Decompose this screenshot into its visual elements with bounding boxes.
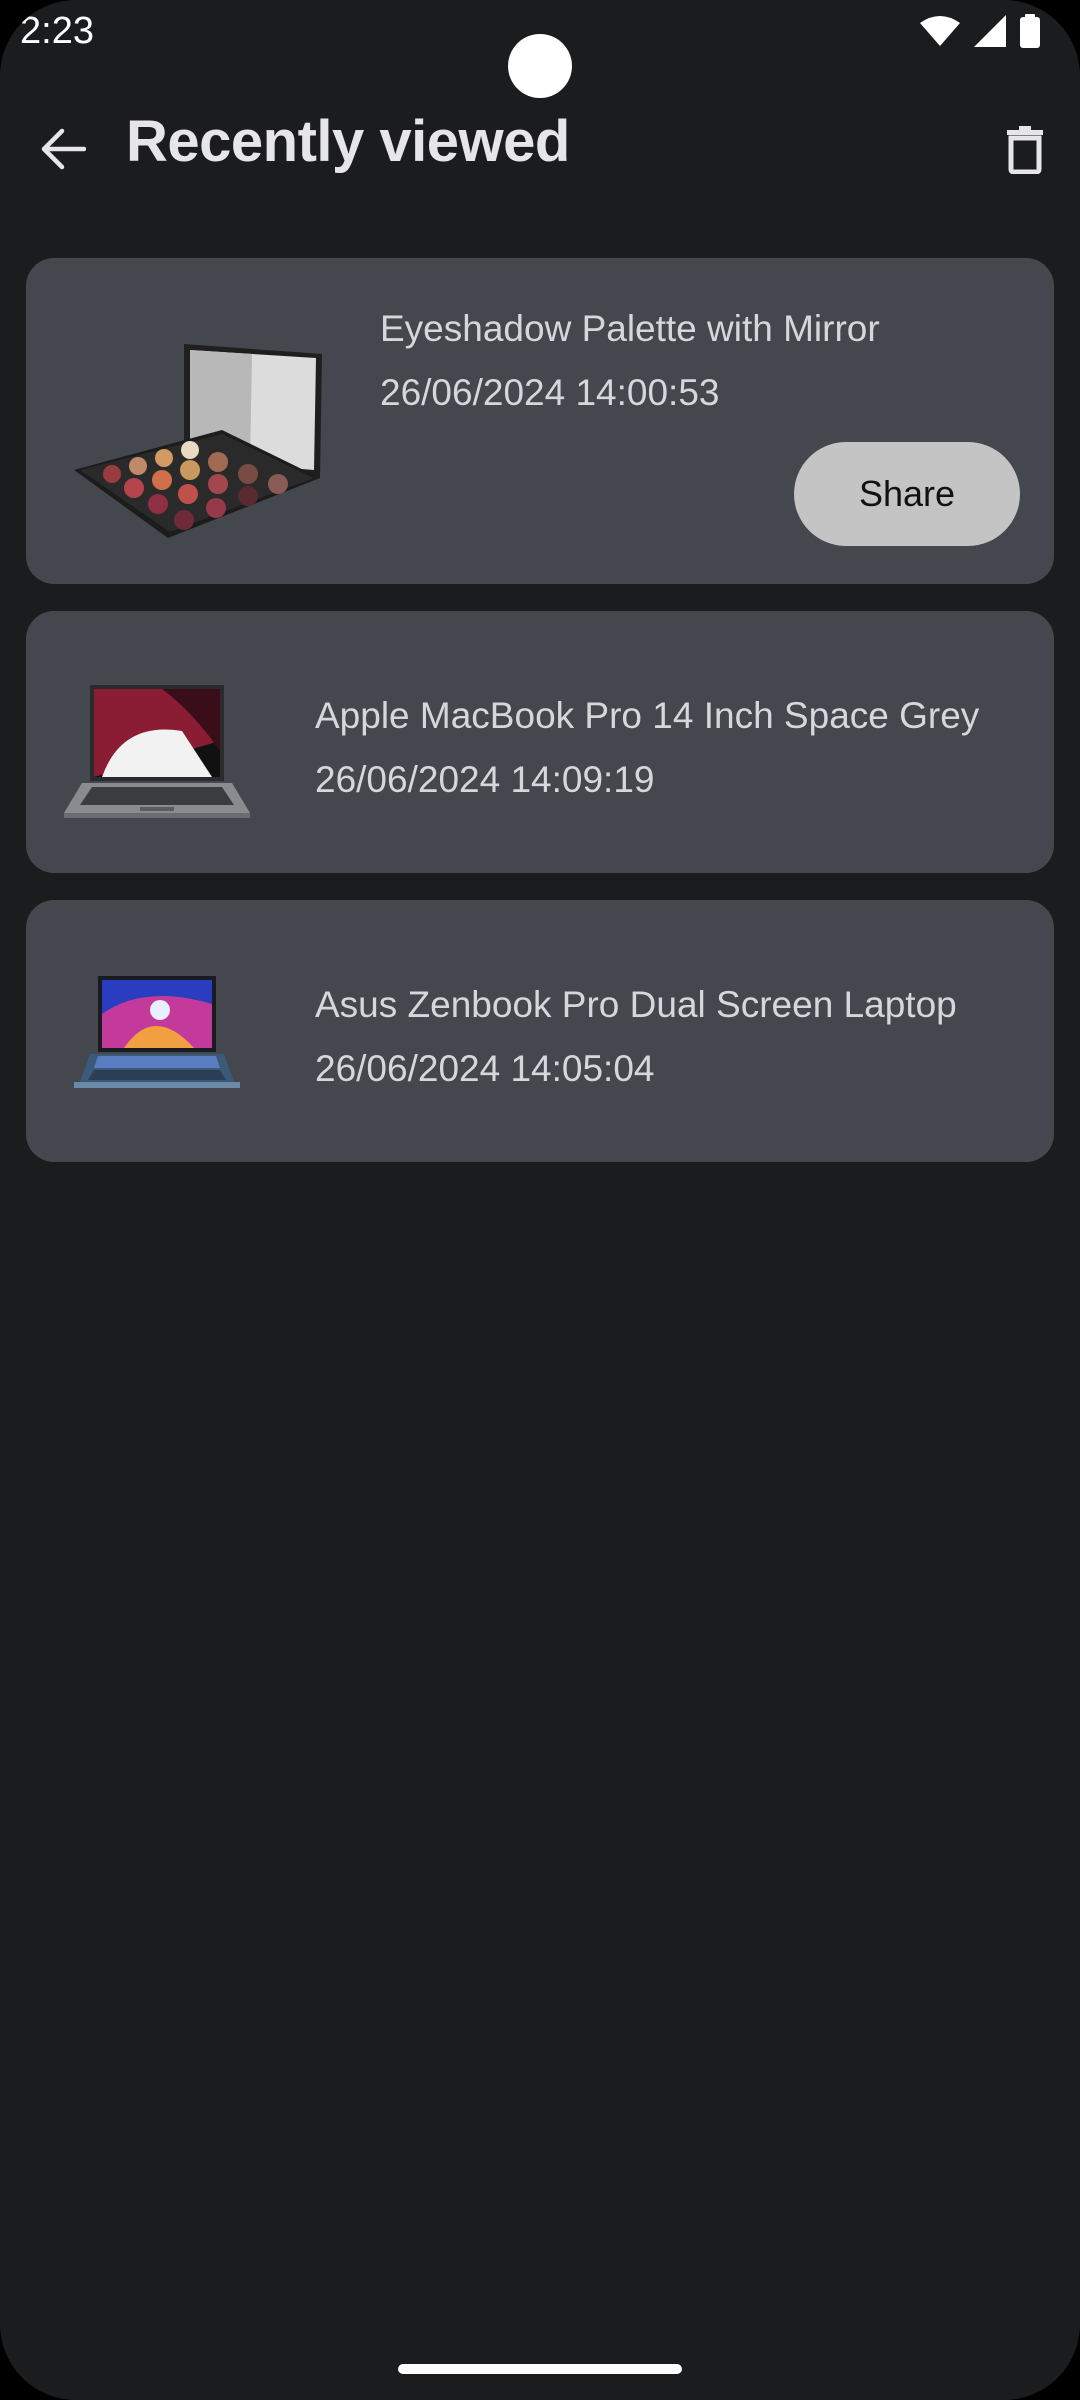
product-name: Asus Zenbook Pro Dual Screen Laptop bbox=[315, 984, 957, 1025]
arrow-back-icon bbox=[41, 128, 86, 170]
product-name: Eyeshadow Palette with Mirror bbox=[380, 308, 880, 349]
signal-icon bbox=[974, 15, 1006, 47]
status-icons bbox=[920, 14, 1040, 48]
list-item[interactable]: Apple MacBook Pro 14 Inch Space Grey 26/… bbox=[26, 611, 1054, 873]
app-bar: Recently viewed bbox=[0, 100, 1080, 196]
back-button[interactable] bbox=[30, 116, 96, 182]
product-thumbnail bbox=[74, 976, 240, 1088]
viewed-timestamp: 26/06/2024 14:09:19 bbox=[315, 759, 655, 800]
product-thumbnail bbox=[64, 685, 250, 818]
trash-icon bbox=[1007, 126, 1043, 174]
share-button[interactable]: Share bbox=[794, 442, 1020, 546]
status-time: 2:23 bbox=[20, 10, 94, 52]
product-name: Apple MacBook Pro 14 Inch Space Grey bbox=[315, 695, 980, 736]
camera-cutout bbox=[508, 34, 572, 98]
viewed-timestamp: 26/06/2024 14:05:04 bbox=[315, 1048, 655, 1089]
viewed-timestamp: 26/06/2024 14:00:53 bbox=[380, 372, 720, 413]
list-item[interactable]: Eyeshadow Palette with Mirror 26/06/2024… bbox=[26, 258, 1054, 584]
wifi-icon bbox=[920, 16, 960, 46]
screen: 2:23 Recently viewed Eyeshadow Palette w… bbox=[0, 0, 1080, 2400]
list-item[interactable]: Asus Zenbook Pro Dual Screen Laptop 26/0… bbox=[26, 900, 1054, 1162]
home-indicator[interactable] bbox=[398, 2364, 682, 2374]
delete-history-button[interactable] bbox=[992, 114, 1058, 184]
battery-icon bbox=[1020, 14, 1040, 48]
product-thumbnail bbox=[74, 344, 322, 538]
page-title: Recently viewed bbox=[126, 109, 570, 174]
